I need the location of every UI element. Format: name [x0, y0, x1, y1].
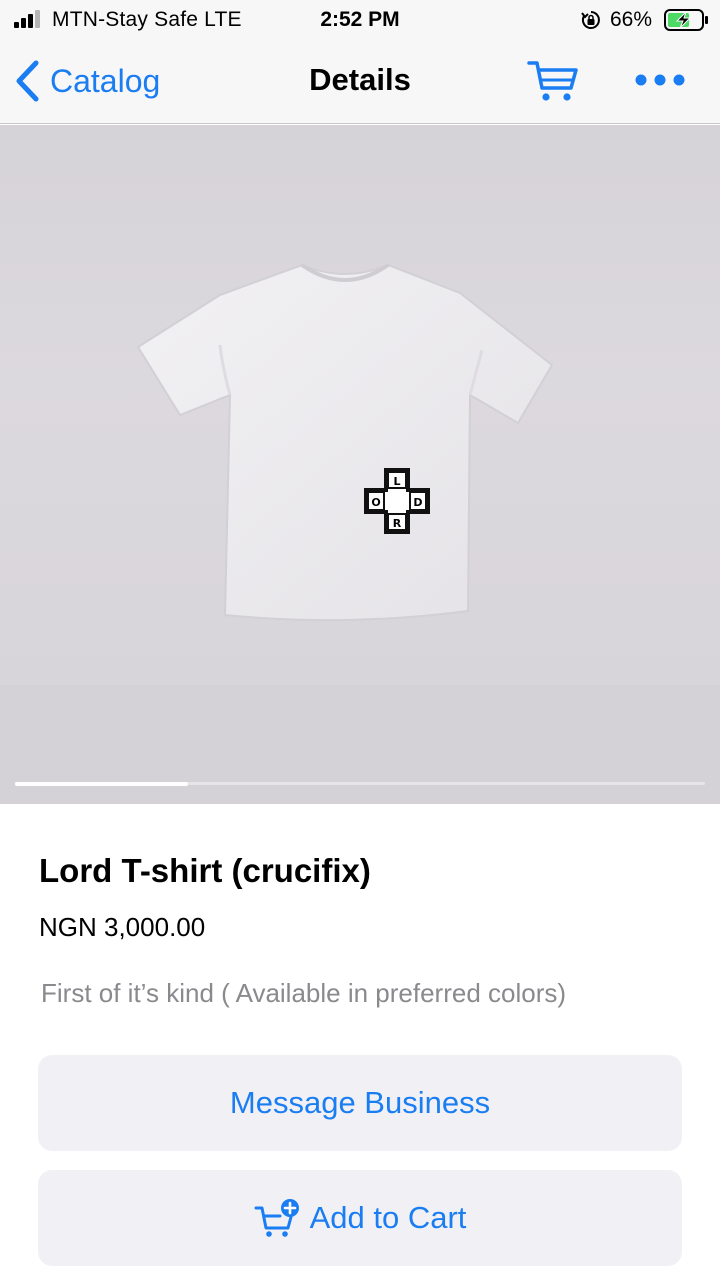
gallery-progress-indicator: [15, 782, 188, 786]
product-price: NGN 3,000.00: [39, 912, 206, 942]
orientation-lock-icon: [581, 11, 600, 29]
image-background-lower: [0, 685, 720, 804]
svg-text:D: D: [413, 496, 422, 509]
navigation-bar: Catalog Details: [0, 40, 720, 124]
add-to-cart-button[interactable]: Add to Cart: [38, 1170, 682, 1266]
product-description: First of it’s kind ( Available in prefer…: [41, 978, 567, 1008]
svg-text:L: L: [393, 475, 400, 488]
cart-icon[interactable]: [527, 58, 579, 104]
add-cart-icon: [254, 1199, 299, 1237]
add-to-cart-label: Add to Cart: [309, 1200, 467, 1235]
product-image-gallery[interactable]: L O D R: [0, 125, 720, 804]
more-icon[interactable]: [632, 66, 688, 94]
svg-text:R: R: [393, 517, 402, 530]
message-business-label: Message Business: [229, 1085, 491, 1120]
svg-text:O: O: [371, 496, 380, 509]
page-title: Details: [309, 62, 411, 97]
battery-charging-icon: [664, 9, 708, 31]
status-bar: MTN-Stay Safe LTE 2:52 PM 66%: [0, 0, 720, 40]
battery-percent: 66%: [610, 8, 653, 31]
product-name: Lord T-shirt (crucifix): [39, 852, 371, 889]
tshirt-image: L O D R: [136, 263, 554, 622]
message-business-button[interactable]: Message Business: [38, 1055, 682, 1151]
